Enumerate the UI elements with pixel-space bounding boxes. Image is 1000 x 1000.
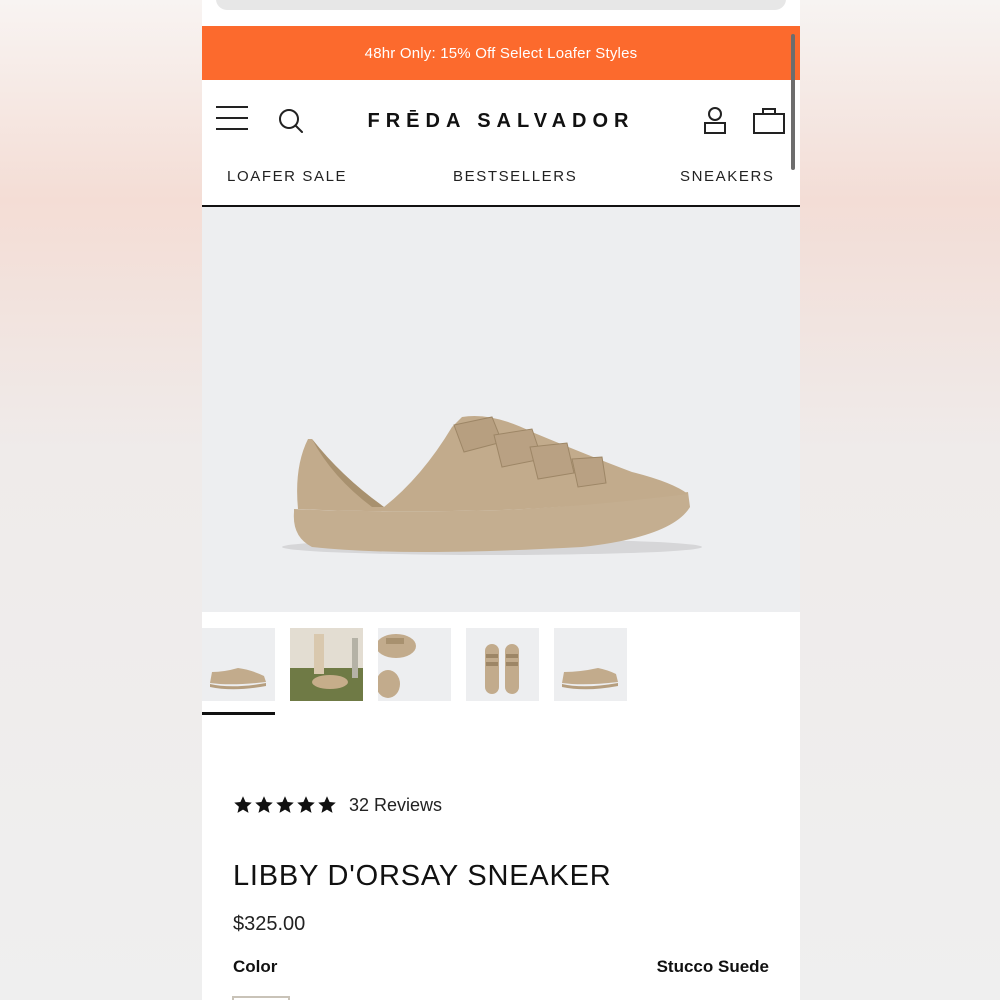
product-hero-image[interactable] <box>202 207 800 612</box>
scrollbar[interactable] <box>791 34 795 170</box>
star-icon <box>297 796 315 813</box>
account-icon[interactable] <box>702 106 728 134</box>
star-rating <box>233 795 337 815</box>
mobile-page: 48hr Only: 15% Off Select Loafer Styles … <box>202 0 800 1000</box>
star-icon <box>276 796 294 813</box>
promo-text: 48hr Only: 15% Off Select Loafer Styles <box>364 44 638 62</box>
browser-top-strip <box>202 0 800 26</box>
background-right <box>800 0 1000 1000</box>
site-header: FRĒDA SALVADOR <box>202 80 800 162</box>
thumbnail-4[interactable] <box>466 628 539 701</box>
promo-banner[interactable]: 48hr Only: 15% Off Select Loafer Styles <box>202 26 800 80</box>
thumbnail-2[interactable] <box>290 628 363 701</box>
nav-item-sneakers[interactable]: SNEAKERS <box>680 168 775 185</box>
background-left <box>0 0 202 1000</box>
thumbnail-strip <box>202 612 800 722</box>
selected-color-value: Stucco Suede <box>656 957 769 976</box>
sneaker-image <box>282 416 702 555</box>
thumbnail-1[interactable] <box>202 628 275 701</box>
menu-icon[interactable] <box>216 104 250 134</box>
star-icon <box>234 796 252 813</box>
address-bar[interactable] <box>216 0 786 10</box>
thumbnail-5[interactable] <box>554 628 627 701</box>
selected-thumbnail-indicator <box>202 712 275 715</box>
color-swatch[interactable] <box>232 996 290 1000</box>
color-label: Color <box>233 957 278 976</box>
nav-item-loafer-sale[interactable]: LOAFER SALE <box>227 168 347 185</box>
star-icon <box>318 796 336 813</box>
brand-logo[interactable]: FRĒDA SALVADOR <box>356 110 646 133</box>
thumbnail-3[interactable] <box>378 628 451 701</box>
product-title: LIBBY D'ORSAY SNEAKER <box>233 860 612 892</box>
category-nav: LOAFER SALE BESTSELLERS SNEAKERS <box>202 162 800 207</box>
search-icon[interactable] <box>278 108 304 134</box>
star-icon <box>255 796 273 813</box>
reviews-link[interactable]: 32 Reviews <box>349 795 442 816</box>
product-price: $325.00 <box>233 913 306 935</box>
bag-icon[interactable] <box>752 106 786 134</box>
rating-summary[interactable]: 32 Reviews <box>233 790 442 820</box>
nav-item-bestsellers[interactable]: BESTSELLERS <box>453 168 577 185</box>
